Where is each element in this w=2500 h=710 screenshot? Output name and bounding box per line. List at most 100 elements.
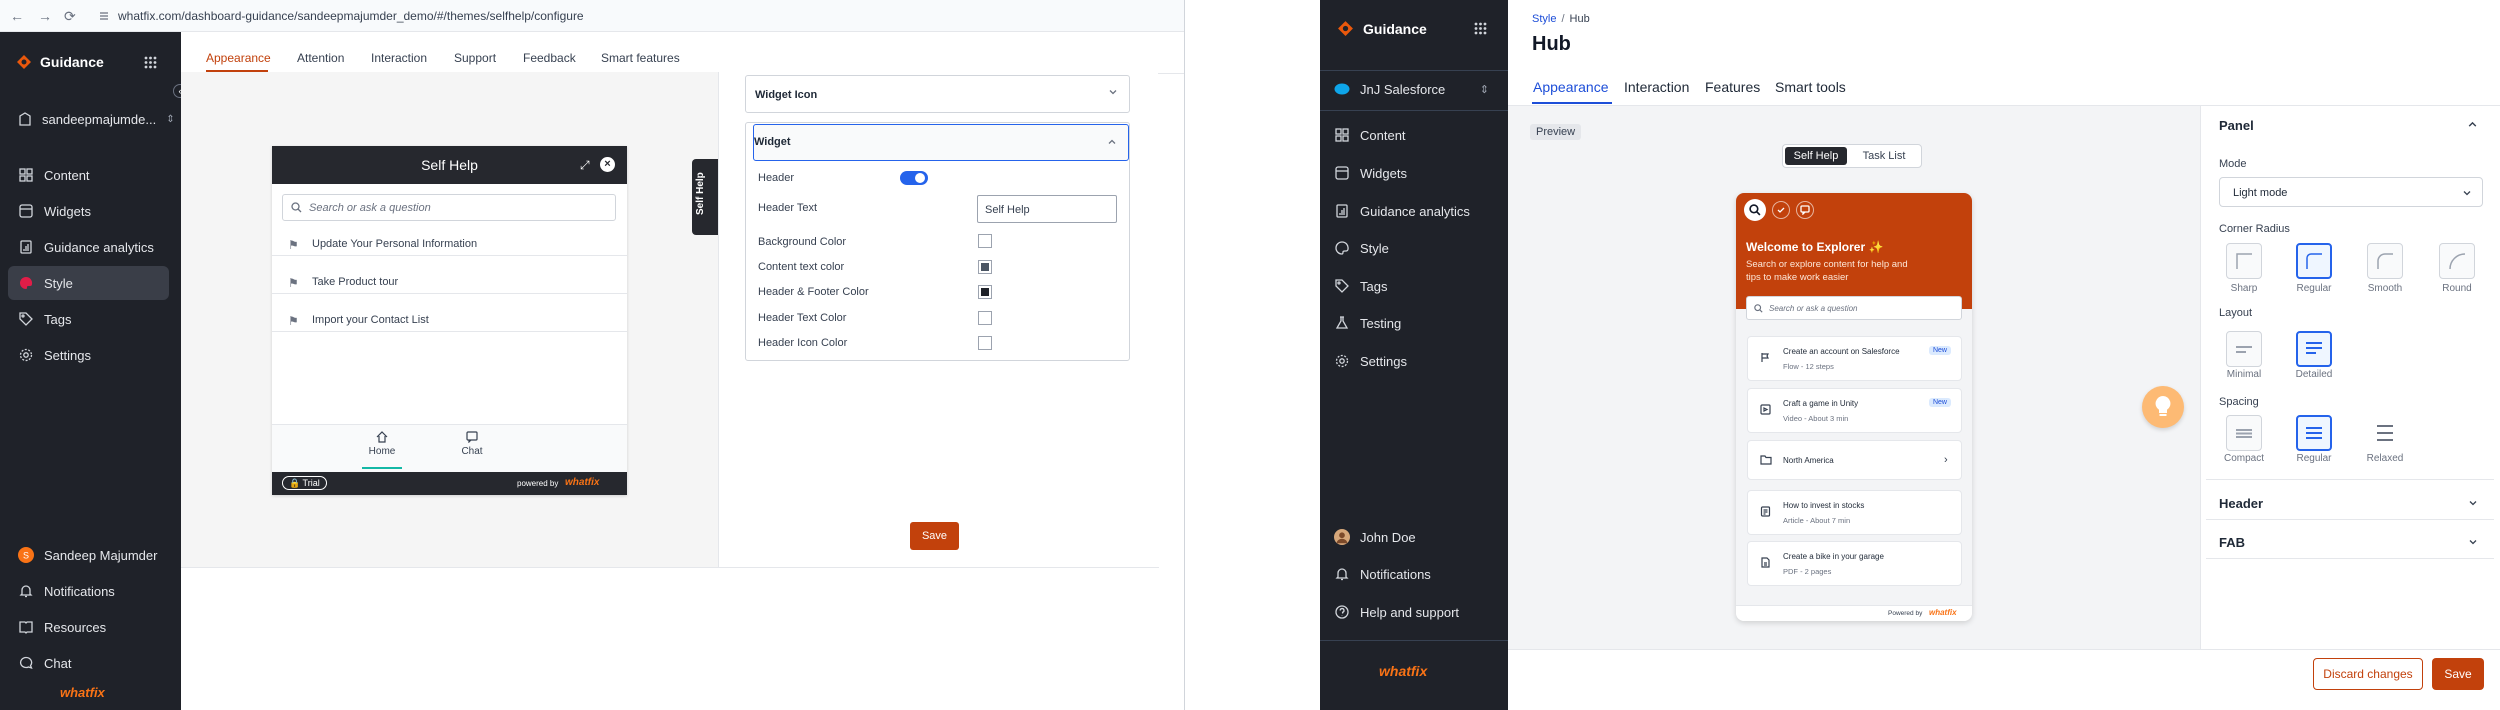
sidebar-item-notifications[interactable]: Notifications bbox=[8, 574, 169, 608]
nav-chat[interactable]: Chat bbox=[452, 446, 492, 457]
tab-features[interactable]: Features bbox=[1705, 79, 1760, 95]
corner-smooth-option[interactable] bbox=[2367, 243, 2403, 279]
content-card[interactable]: Craft a game in Unity Video - About 3 mi… bbox=[1747, 388, 1962, 433]
corner-round-option[interactable] bbox=[2439, 243, 2475, 279]
left-sidebar: Guidance sandeepmajumde... ⇕ Content Wid… bbox=[0, 32, 181, 710]
hub-search-input[interactable]: Search or ask a question bbox=[1746, 296, 1962, 320]
header-icon-color-swatch[interactable] bbox=[978, 336, 992, 350]
sidebar-item-content[interactable]: Content bbox=[8, 158, 169, 192]
tab-feedback[interactable]: Feedback bbox=[523, 51, 576, 65]
content-card[interactable]: Create an account on Salesforce Flow - 1… bbox=[1747, 336, 1962, 381]
spacing-compact-option[interactable] bbox=[2226, 415, 2262, 451]
brand[interactable]: Guidance bbox=[1337, 20, 1427, 37]
tab-interaction[interactable]: Interaction bbox=[1624, 79, 1689, 95]
tab-support[interactable]: Support bbox=[454, 51, 496, 65]
spacing-relaxed-option[interactable] bbox=[2367, 415, 2403, 451]
chevron-updown-icon: ⇕ bbox=[1479, 83, 1489, 96]
header-text-color-swatch[interactable] bbox=[978, 311, 992, 325]
tab-appearance[interactable]: Appearance bbox=[1533, 79, 1609, 95]
widget-accordion-header[interactable]: Widget bbox=[753, 124, 1129, 161]
user-profile[interactable]: S Sandeep Majumder bbox=[8, 538, 169, 572]
flask-icon bbox=[1334, 315, 1350, 331]
mode-select[interactable]: Light mode bbox=[2219, 177, 2483, 207]
back-icon[interactable]: ← bbox=[10, 8, 24, 24]
save-button[interactable]: Save bbox=[910, 522, 959, 550]
close-icon[interactable]: × bbox=[600, 157, 615, 172]
sidebar-item-widgets[interactable]: Widgets bbox=[1334, 158, 1494, 188]
apps-grid-icon[interactable] bbox=[144, 56, 157, 69]
tab-smart-tools[interactable]: Smart tools bbox=[1775, 79, 1846, 95]
corner-sharp-option[interactable] bbox=[2226, 243, 2262, 279]
fab-section[interactable]: FAB bbox=[2206, 527, 2494, 559]
list-item[interactable]: ⚑ Import your Contact List bbox=[272, 308, 627, 332]
self-help-side-tab[interactable]: Self Help bbox=[692, 159, 718, 235]
layout-detailed-option[interactable] bbox=[2296, 331, 2332, 367]
fab-button[interactable] bbox=[2142, 386, 2184, 428]
sidebar-item-chat[interactable]: Chat bbox=[8, 646, 169, 680]
toggle-task-list[interactable]: Task List bbox=[1849, 147, 1919, 165]
sidebar-item-settings[interactable]: Settings bbox=[8, 338, 169, 372]
palette-icon bbox=[1334, 240, 1350, 256]
tab-smart-features[interactable]: Smart features bbox=[601, 51, 680, 65]
sidebar-item-tags[interactable]: Tags bbox=[8, 302, 169, 336]
discard-changes-button[interactable]: Discard changes bbox=[2313, 658, 2423, 690]
sidebar-item-settings[interactable]: Settings bbox=[1334, 346, 1494, 376]
new-badge: New bbox=[1928, 346, 1951, 355]
hub-search-tab[interactable] bbox=[1744, 199, 1766, 221]
divider bbox=[1320, 110, 1508, 111]
sidebar-item-help-and-support[interactable]: Help and support bbox=[1334, 597, 1494, 627]
header-text-input[interactable]: Self Help bbox=[977, 195, 1117, 223]
spacing-option-label: Regular bbox=[2296, 453, 2332, 464]
content-text-color-swatch[interactable] bbox=[978, 260, 992, 274]
apps-grid-icon[interactable] bbox=[1474, 22, 1487, 35]
sidebar-item-guidance-analytics[interactable]: Guidance analytics bbox=[8, 230, 169, 264]
tab-appearance[interactable]: Appearance bbox=[206, 51, 271, 65]
message-icon[interactable] bbox=[1796, 201, 1814, 219]
sidebar-item-resources[interactable]: Resources bbox=[8, 610, 169, 644]
breadcrumb-style-link[interactable]: Style bbox=[1532, 13, 1556, 25]
sidebar-item-testing[interactable]: Testing bbox=[1334, 308, 1494, 338]
tab-attention[interactable]: Attention bbox=[297, 51, 344, 65]
content-card[interactable]: How to invest in stocks Article - About … bbox=[1747, 490, 1962, 535]
header-section[interactable]: Header bbox=[2206, 488, 2494, 520]
sidebar-item-notifications[interactable]: Notifications bbox=[1334, 559, 1494, 589]
user-profile[interactable]: John Doe bbox=[1334, 522, 1494, 552]
brand[interactable]: Guidance bbox=[16, 54, 104, 70]
save-button[interactable]: Save bbox=[2432, 658, 2484, 690]
sidebar-item-content[interactable]: Content bbox=[1334, 120, 1494, 150]
toggle-self-help[interactable]: Self Help bbox=[1785, 147, 1847, 165]
background-color-swatch[interactable] bbox=[978, 234, 992, 248]
account-switcher[interactable]: sandeepmajumde... ⇕ bbox=[8, 102, 175, 136]
reload-icon[interactable]: ⟳ bbox=[64, 8, 76, 24]
sidebar-item-tags[interactable]: Tags bbox=[1334, 271, 1494, 301]
sidebar-item-style[interactable]: Style bbox=[1334, 233, 1494, 263]
expand-icon[interactable]: ⤢ bbox=[580, 158, 590, 173]
list-item[interactable]: ⚑ Take Product tour bbox=[272, 270, 627, 294]
folder-card[interactable]: North America › bbox=[1747, 440, 1962, 480]
header-footer-color-swatch[interactable] bbox=[978, 285, 992, 299]
check-circle-icon[interactable] bbox=[1772, 201, 1790, 219]
chevron-up-icon[interactable] bbox=[2467, 119, 2478, 130]
site-info-icon[interactable] bbox=[98, 10, 110, 22]
spacing-regular-option[interactable] bbox=[2296, 415, 2332, 451]
header-toggle[interactable] bbox=[900, 171, 928, 185]
sidebar-item-widgets[interactable]: Widgets bbox=[8, 194, 169, 228]
nav-home[interactable]: Home bbox=[362, 446, 402, 457]
sidebar-item-label: Guidance analytics bbox=[1360, 203, 1470, 219]
list-item[interactable]: ⚑ Update Your Personal Information bbox=[272, 232, 627, 256]
sidebar-item-style[interactable]: Style bbox=[8, 266, 169, 300]
url-text[interactable]: whatfix.com/dashboard-guidance/sandeepma… bbox=[118, 9, 584, 23]
sidebar-item-guidance-analytics[interactable]: Guidance analytics bbox=[1334, 196, 1494, 226]
account-switcher[interactable]: JnJ Salesforce ⇕ bbox=[1334, 74, 1489, 104]
sidebar-item-label: Settings bbox=[1360, 353, 1407, 369]
layout-minimal-option[interactable] bbox=[2226, 331, 2262, 367]
preview-search-input[interactable]: Search or ask a question bbox=[282, 194, 616, 221]
widget-icon-accordion[interactable]: Widget Icon bbox=[745, 75, 1130, 113]
corner-regular-option[interactable] bbox=[2296, 243, 2332, 279]
chat-icon[interactable] bbox=[452, 431, 492, 443]
content-card[interactable]: Create a bike in your garage PDF - 2 pag… bbox=[1747, 541, 1962, 586]
tab-interaction[interactable]: Interaction bbox=[371, 51, 427, 65]
forward-icon[interactable]: → bbox=[38, 8, 52, 24]
home-icon[interactable] bbox=[362, 431, 402, 443]
tab-bar: Appearance Attention Interaction Support… bbox=[181, 32, 1185, 74]
